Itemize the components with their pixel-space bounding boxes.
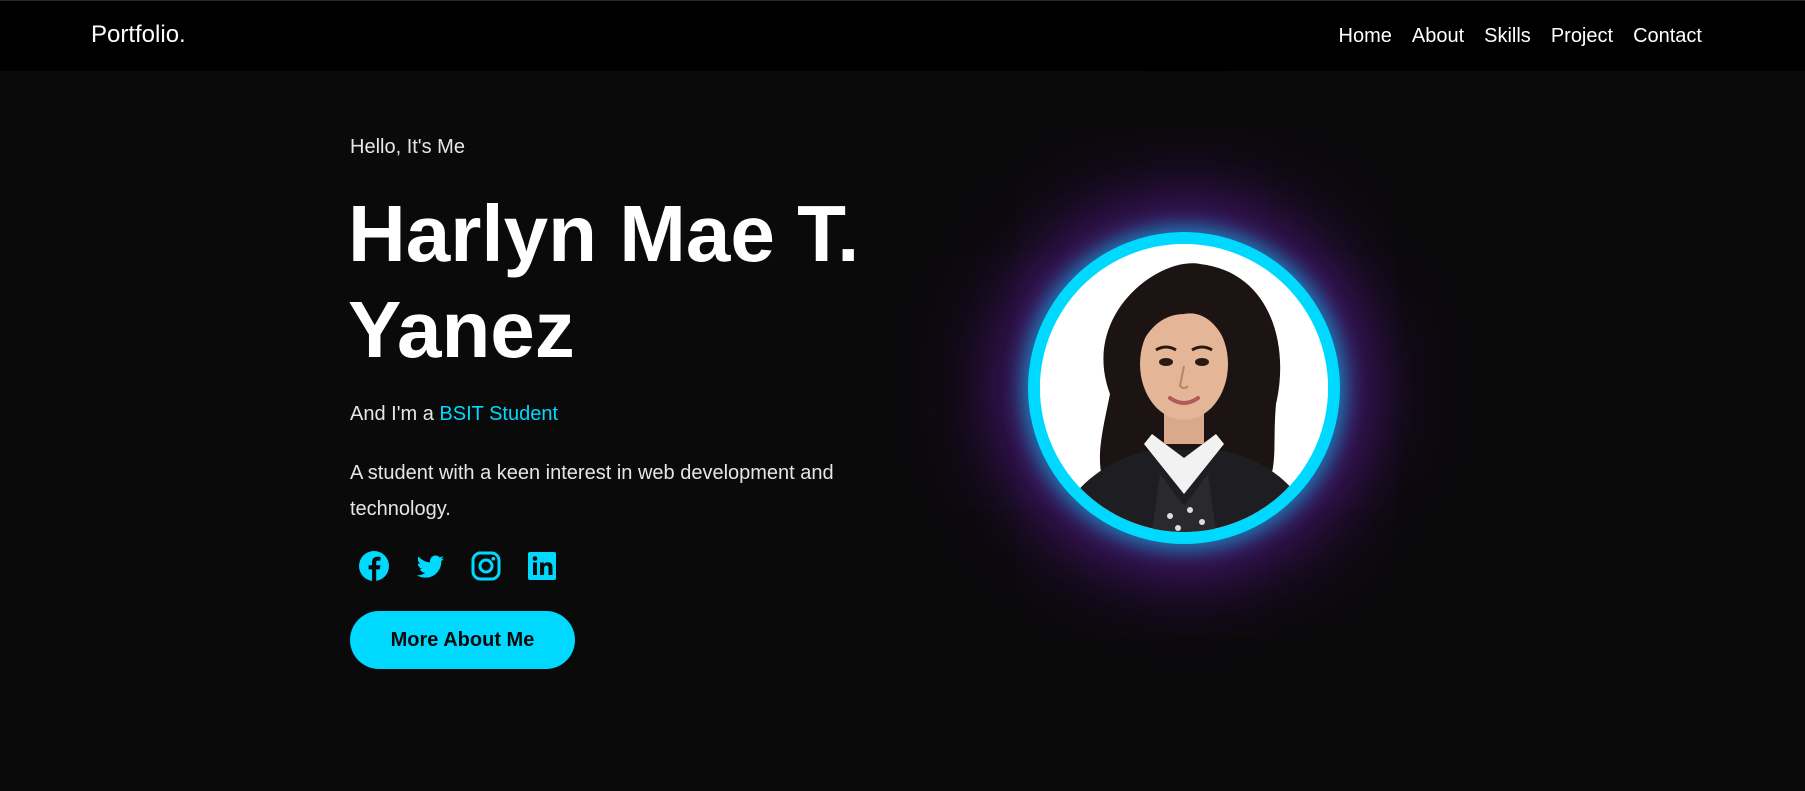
profile-photo-frame xyxy=(1028,232,1340,544)
logo-link[interactable]: Portfolio. xyxy=(91,21,186,49)
nav-link-contact[interactable]: Contact xyxy=(1633,25,1702,48)
social-links xyxy=(358,550,558,582)
profile-photo xyxy=(1040,244,1328,532)
nav-link-skills[interactable]: Skills xyxy=(1484,25,1531,48)
nav-link-about[interactable]: About xyxy=(1412,25,1464,48)
instagram-icon[interactable] xyxy=(470,550,502,582)
nav-link-home[interactable]: Home xyxy=(1339,25,1392,48)
role-prefix: And I'm a xyxy=(350,403,440,425)
hero-name: Harlyn Mae T. Yanez xyxy=(348,189,860,374)
facebook-icon[interactable] xyxy=(358,550,390,582)
role-line: And I'm a BSIT Student xyxy=(350,403,558,426)
more-about-me-button[interactable]: More About Me xyxy=(350,611,575,669)
role-highlight: BSIT Student xyxy=(439,403,559,425)
nav-link-project[interactable]: Project xyxy=(1551,25,1613,48)
greeting-text: Hello, It's Me xyxy=(350,136,465,158)
navbar: Portfolio. Home About Skills Project Con… xyxy=(0,0,1805,71)
nav-links: Home About Skills Project Contact xyxy=(1339,25,1702,48)
hero-description: A student with a keen interest in web de… xyxy=(350,462,834,520)
linkedin-icon[interactable] xyxy=(526,550,558,582)
twitter-icon[interactable] xyxy=(414,550,446,582)
